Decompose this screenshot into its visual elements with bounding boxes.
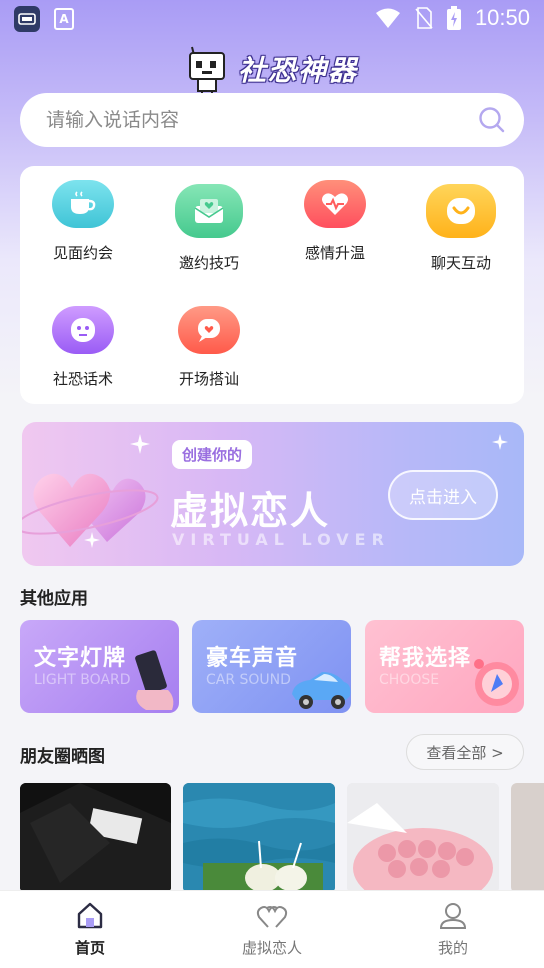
app-card-subtitle: CAR SOUND — [206, 672, 291, 688]
category-label: 开场搭讪 — [178, 370, 239, 388]
category-invite[interactable]: 邀约技巧 — [146, 184, 272, 273]
clock: 10:50 — [474, 5, 530, 30]
app-card-title: 帮我选择 — [379, 646, 472, 671]
moments-title: 朋友圈晒图 — [20, 747, 105, 767]
no-sim-icon — [415, 7, 433, 29]
virtual-lover-banner[interactable]: 创建你的 虚拟恋人 VIRTUAL LOVER 点击进入 — [22, 422, 524, 566]
category-warmup[interactable]: 感情升温 — [272, 180, 398, 263]
phone-hand-icon — [135, 650, 174, 710]
category-grid: 见面约会 邀约技巧 感情升温 聊天互动 社恐话术 开场搭讪 — [20, 166, 524, 404]
nav-label: 我的 — [437, 939, 468, 957]
chat-heart-icon — [178, 306, 240, 354]
banner-title: 虚拟恋人 — [170, 489, 331, 533]
app-card-title: 文字灯牌 — [34, 646, 127, 671]
a-app-icon: A — [54, 8, 74, 30]
sparkle-icon — [130, 434, 150, 454]
app-card-subtitle: LIGHT BOARD — [34, 672, 131, 688]
moment-photo[interactable] — [347, 783, 499, 893]
light-board-card[interactable]: 文字灯牌 LIGHT BOARD — [20, 620, 179, 713]
nav-label: 首页 — [74, 939, 105, 957]
enter-button[interactable]: 点击进入 — [388, 470, 498, 520]
category-phrases[interactable]: 社恐话术 — [20, 306, 146, 389]
category-opener[interactable]: 开场搭讪 — [146, 306, 272, 389]
choose-card[interactable]: 帮我选择 CHOOSE — [365, 620, 524, 713]
robot-mascot-icon — [186, 45, 230, 95]
category-label: 见面约会 — [52, 244, 113, 262]
moment-photo[interactable] — [183, 783, 335, 893]
cup-icon — [52, 180, 114, 228]
home-icon — [77, 902, 103, 929]
smile-icon — [426, 184, 496, 238]
sparkle-icon — [84, 532, 100, 548]
app-card-subtitle: CHOOSE — [379, 672, 440, 688]
search-input[interactable] — [46, 109, 478, 131]
banner-badge: 创建你的 — [172, 440, 253, 469]
nav-label: 虚拟恋人 — [241, 939, 302, 957]
wifi-icon — [375, 8, 400, 28]
user-icon — [439, 903, 467, 929]
sparkle-icon — [492, 434, 508, 450]
see-all-button[interactable]: 查看全部 > — [406, 734, 524, 770]
bottom-nav: 首页 虚拟恋人 我的 — [0, 890, 544, 968]
nav-home[interactable]: 首页 — [30, 901, 150, 958]
moment-photo[interactable] — [511, 783, 544, 893]
game-app-icon — [14, 6, 40, 32]
envelope-heart-icon — [175, 184, 243, 238]
status-bar: A 10:50 — [0, 0, 544, 40]
search-bar[interactable] — [20, 93, 524, 147]
face-icon — [52, 306, 114, 354]
battery-charging-icon — [446, 6, 461, 30]
app-header: 社恐神器 — [0, 44, 544, 95]
category-label: 社恐话术 — [52, 370, 113, 388]
search-icon[interactable] — [478, 106, 506, 134]
app-title: 社恐神器 — [237, 54, 358, 87]
category-label: 感情升温 — [304, 244, 365, 262]
category-label: 聊天互动 — [430, 254, 491, 272]
heart-pulse-icon — [304, 180, 366, 228]
category-label: 邀约技巧 — [178, 254, 239, 272]
app-card-title: 豪车声音 — [206, 646, 299, 671]
category-dating[interactable]: 见面约会 — [20, 180, 146, 263]
moment-photo[interactable] — [20, 783, 171, 893]
banner-subtitle: VIRTUAL LOVER — [172, 530, 390, 549]
hearts-icon — [256, 906, 288, 928]
category-chat[interactable]: 聊天互动 — [398, 184, 524, 273]
nav-profile[interactable]: 我的 — [393, 901, 513, 958]
compass-icon — [474, 659, 519, 706]
nav-virtual-lover[interactable]: 虚拟恋人 — [212, 901, 332, 958]
car-sound-card[interactable]: 豪车声音 CAR SOUND — [192, 620, 351, 713]
toy-car-icon — [292, 672, 351, 709]
other-apps-title: 其他应用 — [20, 589, 88, 609]
a-app-letter: A — [59, 12, 69, 26]
